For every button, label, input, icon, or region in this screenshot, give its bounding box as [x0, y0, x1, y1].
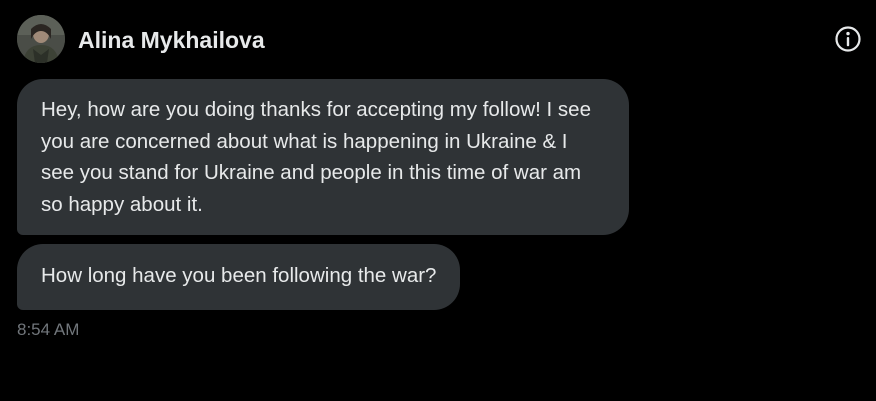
avatar-photo — [17, 15, 65, 63]
message-bubble[interactable]: How long have you been following the war… — [17, 244, 461, 310]
contact-name[interactable]: Alina Mykhailova — [78, 27, 265, 53]
message-text: Hey, how are you doing thanks for accept… — [41, 98, 591, 216]
conversation-header: Alina Mykhailova — [0, 0, 876, 78]
message-timestamp: 8:54 AM — [17, 320, 80, 339]
message-bubble[interactable]: Hey, how are you doing thanks for accept… — [17, 79, 629, 235]
message-text: How long have you been following the war… — [41, 264, 437, 287]
info-icon[interactable] — [834, 25, 862, 53]
message-thread: Hey, how are you doing thanks for accept… — [17, 79, 717, 310]
avatar[interactable] — [17, 15, 65, 63]
